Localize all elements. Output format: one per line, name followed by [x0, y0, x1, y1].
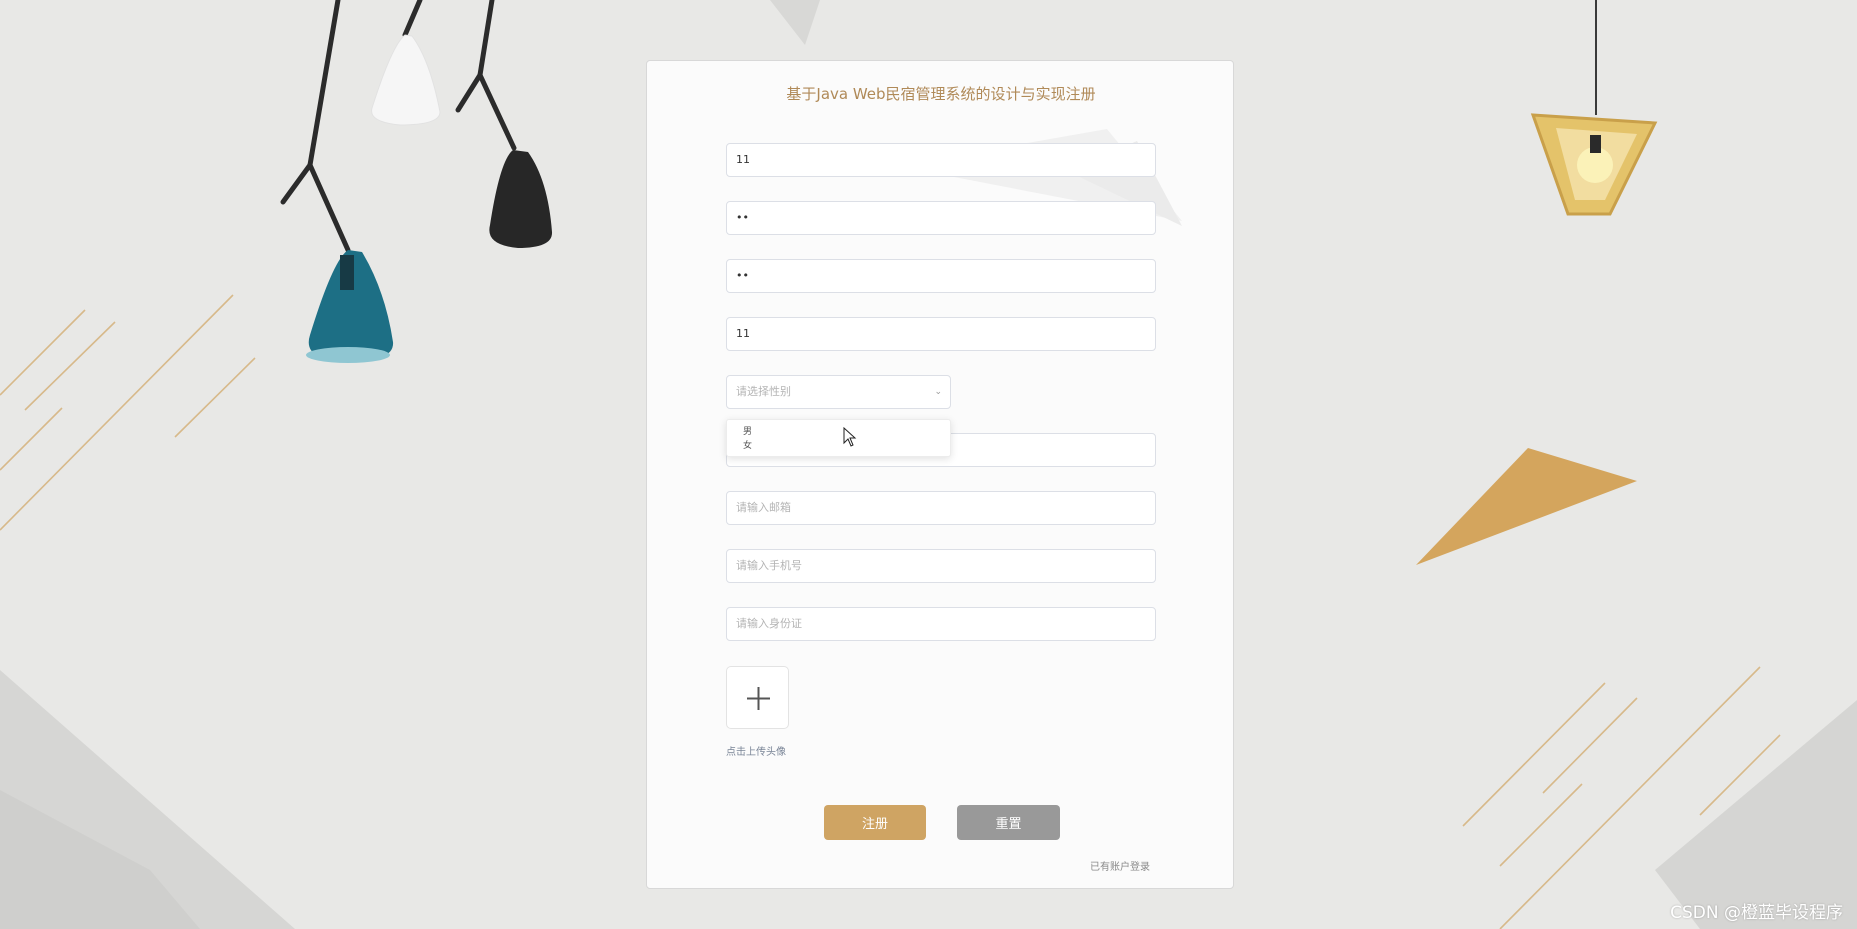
gender-option-female[interactable]: 女 — [743, 438, 752, 451]
gender-option-male[interactable]: 男 — [743, 424, 752, 437]
gender-select-placeholder: 请选择性别 — [736, 385, 791, 398]
plus-icon — [747, 687, 770, 710]
confirm-password-field[interactable]: •• — [726, 259, 1156, 293]
upload-avatar-label: 点击上传头像 — [726, 747, 786, 758]
gender-select[interactable]: 请选择性别 ⌄ — [726, 375, 951, 409]
chevron-down-icon: ⌄ — [934, 387, 942, 397]
gender-dropdown: 男 女 — [726, 419, 951, 457]
name-field[interactable]: 11 — [726, 317, 1156, 351]
page-title: 基于Java Web民宿管理系统的设计与实现注册 — [786, 85, 1096, 103]
watermark: CSDN @橙蓝毕设程序 — [1670, 903, 1843, 923]
reset-button[interactable]: 重置 — [957, 805, 1060, 840]
password-field[interactable]: •• — [726, 201, 1156, 235]
login-link[interactable]: 已有账户登录 — [1090, 858, 1150, 873]
avatar-upload-button[interactable] — [726, 666, 789, 729]
register-card: 基于Java Web民宿管理系统的设计与实现注册 11 •• •• 11 请选择… — [646, 60, 1234, 889]
id-card-field[interactable]: 请输入身份证 — [726, 607, 1156, 641]
mouse-pointer-icon — [843, 427, 857, 447]
email-field[interactable]: 请输入邮箱 — [726, 491, 1156, 525]
phone-field[interactable]: 请输入手机号 — [726, 549, 1156, 583]
register-button[interactable]: 注册 — [824, 805, 926, 840]
username-field[interactable]: 11 — [726, 143, 1156, 177]
card-background-decoration — [897, 129, 1182, 226]
